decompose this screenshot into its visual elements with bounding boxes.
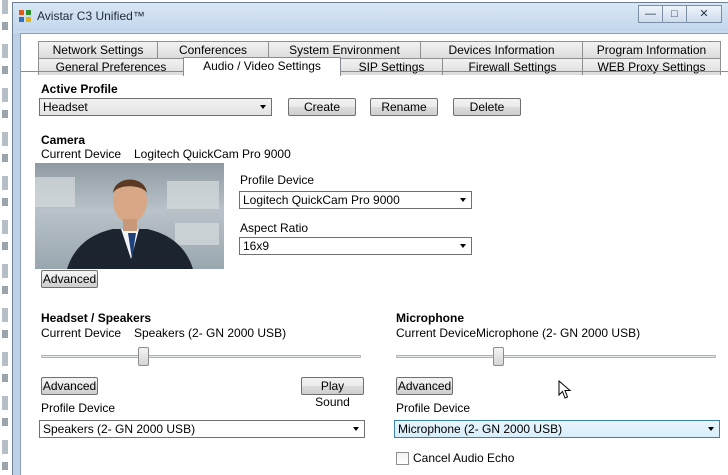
headset-volume-thumb[interactable] bbox=[138, 347, 150, 366]
microphone-profile-device-value: Microphone (2- GN 2000 USB) bbox=[398, 422, 563, 436]
play-sound-button[interactable]: Play Sound bbox=[301, 377, 364, 409]
title-bar[interactable]: Avistar C3 Unified™ — □ ✕ bbox=[13, 3, 728, 31]
headset-current-device-value: Speakers (2- GN 2000 USB) bbox=[134, 326, 287, 340]
camera-current-device-label: Current Device bbox=[41, 147, 122, 161]
tab-row-top: Network Settings Conferences System Envi… bbox=[21, 41, 721, 58]
microphone-advanced-button[interactable]: Advanced bbox=[396, 377, 453, 395]
headset-profile-device-value: Speakers (2- GN 2000 USB) bbox=[43, 422, 196, 436]
mouse-pointer-icon bbox=[558, 380, 572, 399]
cancel-audio-echo-checkbox[interactable] bbox=[396, 452, 409, 465]
camera-profile-device-select[interactable]: Logitech QuickCam Pro 9000 bbox=[239, 191, 472, 209]
microphone-current-device-label: Current Device bbox=[396, 326, 477, 340]
microphone-volume-track[interactable] bbox=[396, 355, 716, 358]
chevron-down-icon bbox=[460, 244, 466, 248]
tab-system-environment[interactable]: System Environment bbox=[268, 41, 421, 58]
window-title: Avistar C3 Unified™ bbox=[37, 9, 145, 23]
camera-current-device-value: Logitech QuickCam Pro 9000 bbox=[134, 147, 291, 161]
active-profile-heading: Active Profile bbox=[41, 82, 118, 96]
app-icon bbox=[19, 10, 31, 22]
create-button[interactable]: Create bbox=[288, 98, 356, 116]
close-icon[interactable]: ✕ bbox=[686, 5, 722, 23]
tab-network-settings[interactable]: Network Settings bbox=[38, 41, 158, 58]
tab-devices-information[interactable]: Devices Information bbox=[420, 41, 583, 58]
aspect-ratio-value: 16x9 bbox=[243, 239, 270, 253]
headset-profile-device-select[interactable]: Speakers (2- GN 2000 USB) bbox=[39, 420, 365, 438]
person-icon bbox=[67, 179, 193, 269]
active-profile-value: Headset bbox=[43, 100, 88, 114]
headset-volume-track[interactable] bbox=[41, 355, 361, 358]
headset-current-device-label: Current Device bbox=[41, 326, 122, 340]
microphone-volume-thumb[interactable] bbox=[493, 347, 505, 366]
microphone-heading: Microphone bbox=[396, 311, 464, 325]
headset-advanced-button[interactable]: Advanced bbox=[41, 377, 98, 395]
headset-heading: Headset / Speakers bbox=[41, 311, 152, 325]
tab-program-information[interactable]: Program Information bbox=[582, 41, 721, 58]
microphone-profile-device-label: Profile Device bbox=[396, 401, 471, 415]
cancel-audio-echo-label: Cancel Audio Echo bbox=[413, 451, 515, 465]
microphone-profile-device-select[interactable]: Microphone (2- GN 2000 USB) bbox=[394, 420, 720, 438]
maximize-icon[interactable]: □ bbox=[662, 5, 687, 23]
headset-profile-device-label: Profile Device bbox=[41, 401, 116, 415]
chevron-down-icon bbox=[353, 427, 359, 431]
audio-video-panel bbox=[21, 71, 728, 475]
active-profile-select[interactable]: Headset bbox=[39, 98, 272, 116]
rename-button[interactable]: Rename bbox=[370, 98, 438, 116]
delete-button[interactable]: Delete bbox=[453, 98, 521, 116]
tab-audio-video-settings[interactable]: Audio / Video Settings bbox=[183, 57, 341, 76]
chevron-down-icon bbox=[260, 105, 266, 109]
microphone-current-device-value: Microphone (2- GN 2000 USB) bbox=[476, 326, 641, 340]
camera-profile-device-value: Logitech QuickCam Pro 9000 bbox=[243, 193, 400, 207]
camera-advanced-button[interactable]: Advanced bbox=[41, 270, 98, 288]
chevron-down-icon bbox=[460, 198, 466, 202]
aspect-ratio-select[interactable]: 16x9 bbox=[239, 237, 472, 255]
camera-profile-device-label: Profile Device bbox=[240, 173, 315, 187]
tab-conferences[interactable]: Conferences bbox=[157, 41, 269, 58]
camera-heading: Camera bbox=[41, 133, 86, 147]
chevron-down-icon bbox=[708, 427, 714, 431]
aspect-ratio-label: Aspect Ratio bbox=[240, 221, 309, 235]
camera-preview bbox=[35, 163, 224, 269]
minimize-icon[interactable]: — bbox=[638, 5, 663, 23]
